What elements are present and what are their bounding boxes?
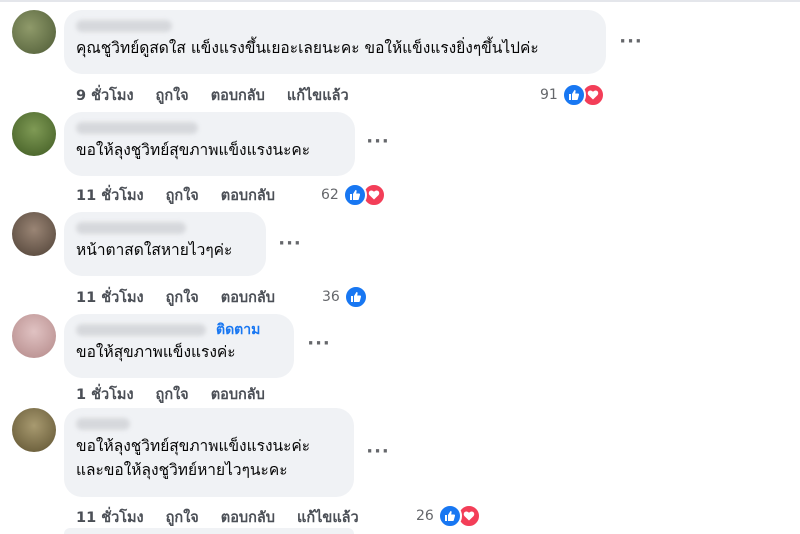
reaction-summary[interactable]: 62	[321, 183, 386, 207]
top-divider	[0, 0, 800, 2]
like-reaction-icon	[343, 285, 368, 309]
comment-text-line-1: ขอให้ลุงชูวิทย์สุขภาพแข็งแรงนะค่ะ	[76, 437, 311, 455]
comment-time[interactable]: 11 ชั่วโมง	[76, 506, 144, 529]
comment-actions: 11 ชั่วโมง ถูกใจ ตอบกลับ	[76, 184, 275, 207]
reply-link[interactable]: ตอบกลับ	[221, 506, 275, 529]
avatar[interactable]	[12, 314, 56, 358]
reaction-count: 62	[321, 187, 339, 203]
commenter-name-blurred[interactable]	[76, 324, 206, 336]
comment-text: คุณชูวิทย์ดูสดใส แข็งแรงขึ้นเยอะเลยนะคะ …	[76, 39, 539, 57]
like-reaction-icon	[437, 504, 462, 528]
reaction-count: 91	[540, 87, 558, 103]
edited-label: แก้ไขแล้ว	[296, 510, 359, 526]
more-options-icon[interactable]: ···	[276, 234, 304, 262]
like-reaction-icon	[342, 183, 367, 207]
comment-actions: 11 ชั่วโมง ถูกใจ ตอบกลับ แก้ไขแล้ว	[76, 506, 359, 529]
comment-text-line-2: และขอให้ลุงชูวิทย์หายไวๆนะคะ	[76, 461, 288, 479]
comment-time[interactable]: 11 ชั่วโมง	[76, 286, 144, 309]
more-options-icon[interactable]: ···	[617, 32, 645, 60]
comment-time[interactable]: 1 ชั่วโมง	[76, 383, 134, 406]
comment-bubble: ขอให้ลุงชูวิทย์สุขภาพแข็งแรงนะคะ	[64, 112, 355, 176]
like-link[interactable]: ถูกใจ	[166, 286, 199, 309]
like-link[interactable]: ถูกใจ	[166, 506, 199, 529]
more-options-icon[interactable]: ···	[364, 442, 392, 470]
comment-text: ขอให้สุขภาพแข็งแรงค่ะ	[76, 343, 236, 361]
comment-actions: 11 ชั่วโมง ถูกใจ ตอบกลับ	[76, 286, 275, 309]
edited-label: แก้ไขแล้ว	[286, 88, 349, 104]
reaction-summary[interactable]: 26	[416, 504, 481, 528]
reaction-count: 36	[322, 289, 340, 305]
commenter-name-blurred[interactable]	[76, 222, 186, 234]
reaction-count: 26	[416, 508, 434, 524]
comment-bubble: หน้าตาสดใสหายไวๆค่ะ	[64, 212, 266, 276]
more-options-icon[interactable]: ···	[364, 132, 392, 160]
reaction-summary[interactable]: 91	[540, 83, 605, 107]
commenter-name-blurred[interactable]	[76, 20, 172, 32]
commenter-name-blurred[interactable]	[76, 418, 130, 430]
comment-time[interactable]: 11 ชั่วโมง	[76, 184, 144, 207]
comment-actions: 1 ชั่วโมง ถูกใจ ตอบกลับ	[76, 383, 265, 406]
comment-bubble: ขอให้ลุงชูวิทย์สุขภาพแข็งแรงนะค่ะ และขอใ…	[64, 408, 354, 497]
commenter-name-blurred[interactable]	[76, 122, 198, 134]
follow-link[interactable]: ติดตาม	[216, 319, 260, 341]
reply-link[interactable]: ตอบกลับ	[211, 383, 265, 406]
like-reaction-icon	[561, 83, 586, 107]
like-link[interactable]: ถูกใจ	[156, 84, 189, 107]
avatar[interactable]	[12, 408, 56, 452]
next-comment-bubble-partial	[64, 528, 354, 534]
reply-link[interactable]: ตอบกลับ	[221, 184, 275, 207]
comment-bubble: คุณชูวิทย์ดูสดใส แข็งแรงขึ้นเยอะเลยนะคะ …	[64, 10, 606, 74]
more-options-icon[interactable]: ···	[305, 334, 333, 362]
like-link[interactable]: ถูกใจ	[166, 184, 199, 207]
comment-text: หน้าตาสดใสหายไวๆค่ะ	[76, 241, 233, 259]
like-link[interactable]: ถูกใจ	[156, 383, 189, 406]
avatar[interactable]	[12, 212, 56, 256]
comment-time[interactable]: 9 ชั่วโมง	[76, 84, 134, 107]
comment-actions: 9 ชั่วโมง ถูกใจ ตอบกลับ แก้ไขแล้ว	[76, 84, 349, 107]
comment-bubble: ติดตาม ขอให้สุขภาพแข็งแรงค่ะ	[64, 314, 294, 378]
avatar[interactable]	[12, 10, 56, 54]
avatar[interactable]	[12, 112, 56, 156]
reply-link[interactable]: ตอบกลับ	[211, 84, 265, 107]
reaction-summary[interactable]: 36	[322, 285, 368, 309]
comment-text: ขอให้ลุงชูวิทย์สุขภาพแข็งแรงนะคะ	[76, 141, 311, 159]
reply-link[interactable]: ตอบกลับ	[221, 286, 275, 309]
